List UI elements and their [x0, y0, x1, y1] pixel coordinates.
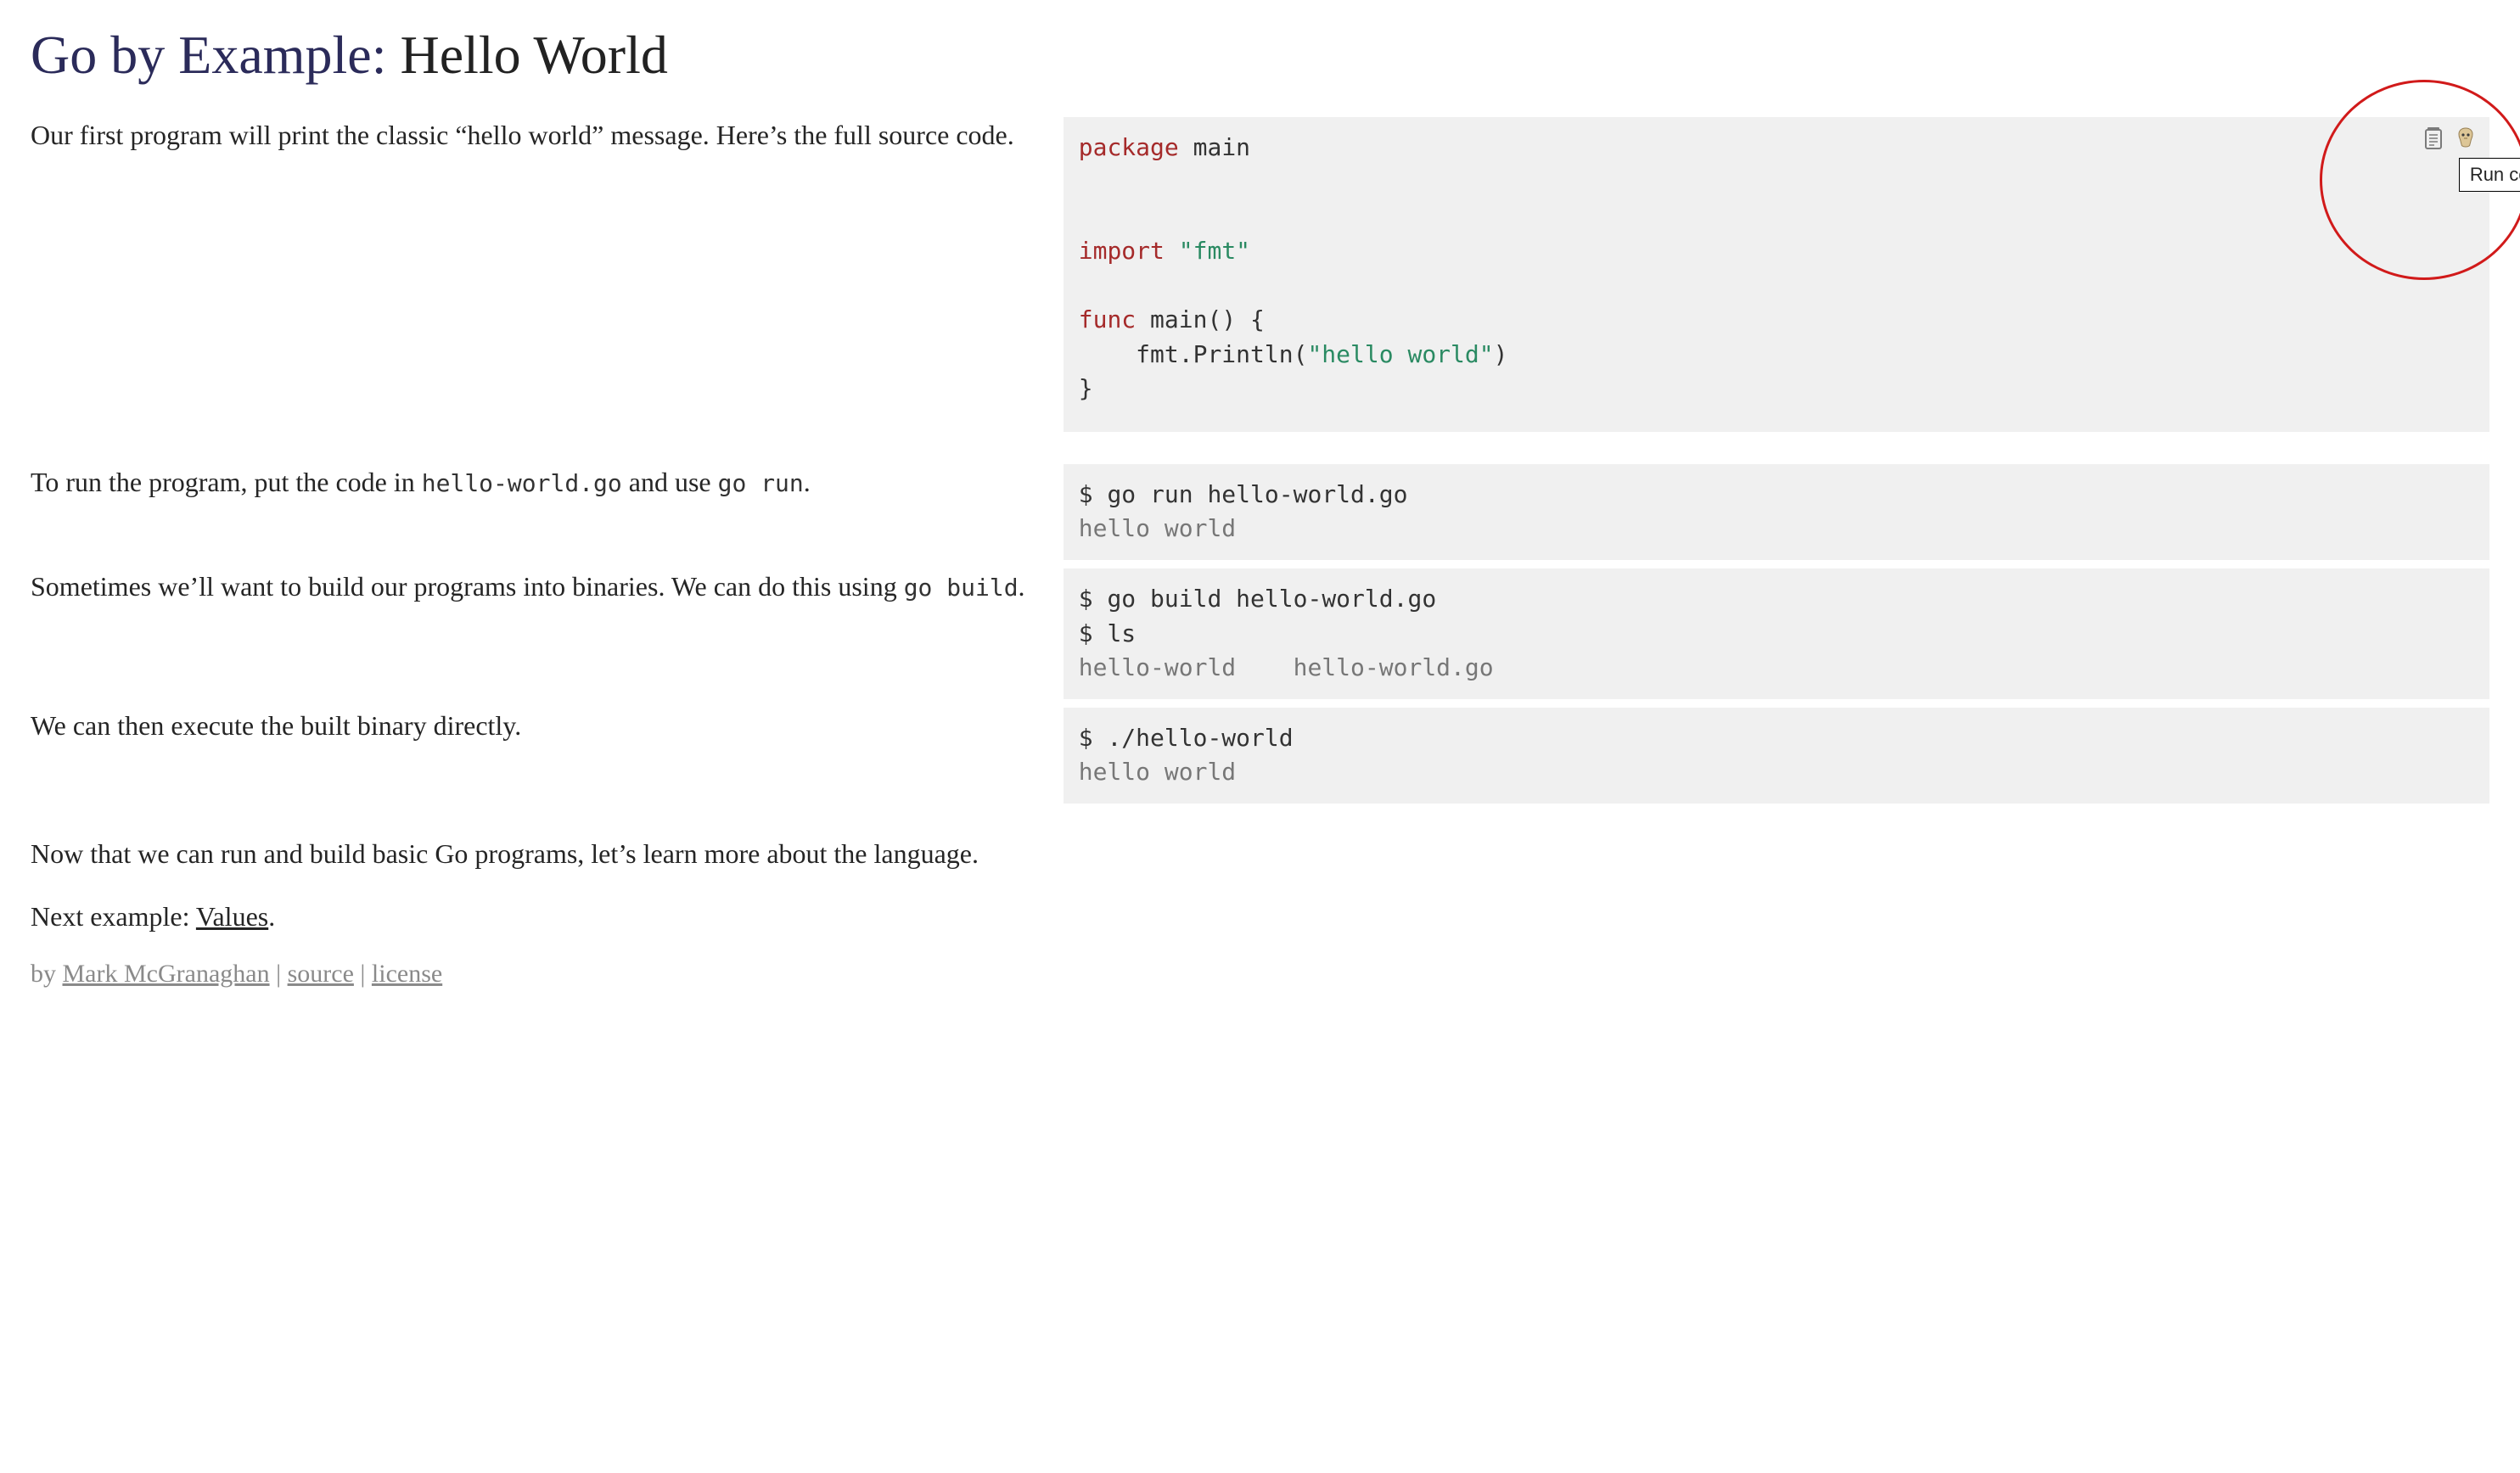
doc-cell: We can then execute the built binary dir… [31, 708, 1064, 812]
code-toolbar [2423, 126, 2478, 153]
footer: by Mark McGranaghan | source | license [31, 960, 2489, 989]
code-token: ) [1494, 340, 1508, 368]
next-prefix: Next example: [31, 901, 196, 932]
run-tooltip: Run code [2459, 158, 2520, 192]
page: Go by Example: Hello World Our first pro… [0, 0, 2520, 1065]
code-token: fmt.Println( [1079, 340, 1308, 368]
shell-prompt: $ [1079, 619, 1093, 647]
code-token: package [1079, 133, 1179, 161]
table-row: Now that we can run and build basic Go p… [31, 836, 2489, 872]
code-token: } [1079, 374, 1093, 402]
code-cell [1064, 836, 2489, 872]
code-token [1165, 237, 1179, 265]
page-title: Go by Example: Hello World [31, 24, 2489, 87]
shell-prompt: $ [1079, 480, 1093, 508]
doc-cell: Now that we can run and build basic Go p… [31, 836, 1064, 872]
doc-text: . [1019, 571, 1025, 602]
shell-block: $ go run hello-world.go hello world [1064, 464, 2489, 560]
table-row: Sometimes we’ll want to build our progra… [31, 568, 2489, 708]
shell-cmd: ls [1093, 619, 1137, 647]
table-row: We can then execute the built binary dir… [31, 708, 2489, 812]
source-link[interactable]: source [288, 960, 354, 988]
next-link[interactable]: Values [196, 901, 268, 932]
code-token: func [1079, 305, 1136, 333]
shell-output: hello-world hello-world.go [1079, 653, 1494, 681]
code-token: "fmt" [1179, 237, 1250, 265]
shell-cmd: go run hello-world.go [1093, 480, 1408, 508]
shell-cmd: ./hello-world [1093, 724, 1294, 752]
doc-text: Now that we can run and build basic Go p… [31, 838, 979, 869]
shell-output: hello world [1079, 758, 1236, 786]
spacer [31, 812, 2489, 836]
run-icon[interactable] [2454, 126, 2478, 153]
doc-cell: Sometimes we’ll want to build our progra… [31, 568, 1064, 708]
author-link[interactable]: Mark McGranaghan [63, 960, 270, 988]
title-topic: Hello World [400, 25, 667, 85]
code-token: "hello world" [1307, 340, 1493, 368]
table-row: To run the program, put the code in hell… [31, 464, 2489, 568]
license-link[interactable]: license [372, 960, 442, 988]
shell-cmd: go build hello-world.go [1093, 585, 1437, 613]
code-block: package main import "fmt" func main() { … [1064, 117, 2489, 432]
footer-by: by [31, 960, 63, 988]
doc-text: . [804, 467, 811, 497]
doc-text: Sometimes we’ll want to build our progra… [31, 571, 904, 602]
next-suffix: . [268, 901, 275, 932]
content-table: Our first program will print the classic… [31, 117, 2489, 872]
spacer [31, 440, 2489, 464]
doc-text: To run the program, put the code in [31, 467, 422, 497]
code-cell: $ go run hello-world.go hello world [1064, 464, 2489, 568]
shell-block: $ ./hello-world hello world [1064, 708, 2489, 804]
title-separator: : [372, 25, 401, 85]
code-cell: $ ./hello-world hello world [1064, 708, 2489, 812]
inline-code: hello-world.go [422, 469, 622, 497]
code-token: import [1079, 237, 1165, 265]
table-row: Our first program will print the classic… [31, 117, 2489, 440]
shell-prompt: $ [1079, 585, 1093, 613]
inline-code: go build [904, 574, 1019, 602]
footer-sep: | [354, 960, 372, 988]
doc-text: Our first program will print the classic… [31, 120, 1014, 150]
inline-code: go run [718, 469, 804, 497]
shell-prompt: $ [1079, 724, 1093, 752]
next-example: Next example: Values. [31, 901, 2489, 933]
doc-cell: To run the program, put the code in hell… [31, 464, 1064, 568]
code-token: main() { [1136, 305, 1265, 333]
code-token: main [1179, 133, 1250, 161]
code-wrapper: Run code package main import "fmt" func … [1064, 117, 2489, 432]
footer-sep: | [270, 960, 288, 988]
shell-block: $ go build hello-world.go $ ls hello-wor… [1064, 568, 2489, 699]
doc-text: We can then execute the built binary dir… [31, 710, 521, 741]
doc-cell: Our first program will print the classic… [31, 117, 1064, 440]
code-cell: Run code package main import "fmt" func … [1064, 117, 2489, 440]
copy-icon[interactable] [2423, 126, 2447, 153]
brand-link[interactable]: Go by Example [31, 25, 372, 85]
code-cell: $ go build hello-world.go $ ls hello-wor… [1064, 568, 2489, 708]
shell-output: hello world [1079, 514, 1236, 542]
doc-text: and use [622, 467, 718, 497]
